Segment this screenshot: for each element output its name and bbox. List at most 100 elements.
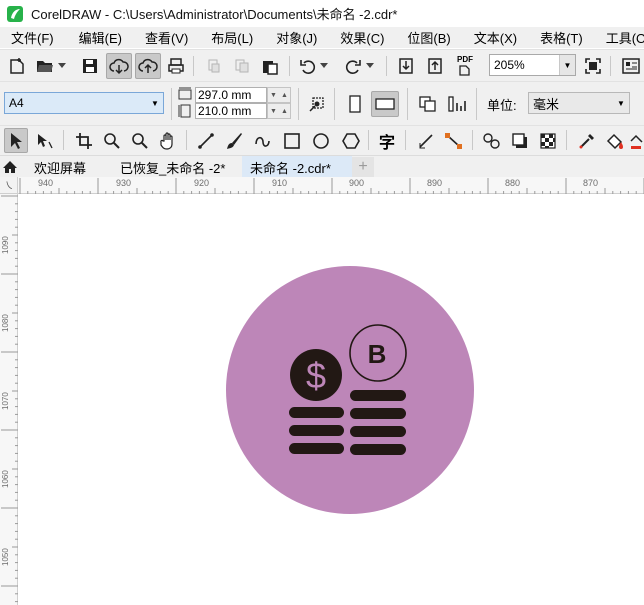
undo-dropdown-arrow-icon[interactable] xyxy=(318,54,330,78)
horizontal-ruler[interactable]: 940 930 920 910 900 890 880 870 xyxy=(18,177,644,194)
toolbar-separator xyxy=(186,130,187,150)
menu-layout[interactable]: 布局(L) xyxy=(211,28,253,47)
pick-tool-icon[interactable] xyxy=(4,128,28,153)
ruler-label: 1050 xyxy=(1,548,10,566)
spinner-up-arrow-icon[interactable]: ▲ xyxy=(281,108,288,115)
save-icon[interactable] xyxy=(78,54,102,78)
ruler-label: 1080 xyxy=(1,314,10,332)
redo-dropdown-arrow-icon[interactable] xyxy=(364,54,376,78)
paste-icon[interactable] xyxy=(258,54,282,78)
tab-welcome-screen[interactable]: 欢迎屏幕 xyxy=(26,156,112,178)
menu-effects[interactable]: 效果(C) xyxy=(340,28,384,47)
options-icon[interactable] xyxy=(619,54,643,78)
redo-icon[interactable] xyxy=(341,54,365,78)
text-tool-icon[interactable]: 字 xyxy=(375,129,399,153)
zoom-level-value[interactable]: 205% xyxy=(490,58,559,72)
menu-bitmaps[interactable]: 位图(B) xyxy=(407,28,450,47)
toolbar-separator xyxy=(289,56,290,76)
smart-fill-icon[interactable] xyxy=(628,129,644,153)
artistic-media-brush-icon[interactable] xyxy=(222,129,246,153)
tab-label: 已恢复_未命名 -2* xyxy=(120,160,226,176)
drop-shadow-tool-icon[interactable] xyxy=(508,129,532,153)
width-spinner[interactable]: ▼ ▲ xyxy=(267,87,291,103)
menu-edit[interactable]: 编辑(E) xyxy=(79,28,122,47)
transform-origin-icon[interactable] xyxy=(305,92,329,116)
crop-tool-icon[interactable] xyxy=(72,129,96,153)
page-width-field[interactable]: 297.0 mm xyxy=(195,87,267,103)
tab-label: 欢迎屏幕 xyxy=(34,160,87,176)
eyedropper-tool-icon[interactable] xyxy=(575,129,599,153)
menu-tools[interactable]: 工具(O) xyxy=(606,28,644,47)
page-height-field[interactable]: 210.0 mm xyxy=(195,103,267,119)
export-icon[interactable] xyxy=(423,54,447,78)
menu-view[interactable]: 查看(V) xyxy=(145,28,188,47)
open-folder-icon[interactable] xyxy=(33,54,57,78)
page-size-value[interactable]: A4 xyxy=(5,96,147,110)
ellipse-tool-icon[interactable] xyxy=(309,129,333,153)
pan-hand-icon[interactable] xyxy=(156,129,180,153)
page-width-icon xyxy=(178,87,192,100)
menu-table[interactable]: 表格(T) xyxy=(540,28,583,47)
units-value[interactable]: 毫米 xyxy=(529,94,613,113)
polygon-tool-icon[interactable] xyxy=(339,129,363,153)
new-document-icon[interactable] xyxy=(5,54,29,78)
import-icon[interactable] xyxy=(394,54,418,78)
copy-icon[interactable] xyxy=(230,54,254,78)
chevron-down-icon[interactable]: ▼ xyxy=(147,99,163,108)
height-spinner[interactable]: ▼ ▲ xyxy=(267,103,291,119)
chevron-down-icon[interactable]: ▼ xyxy=(613,99,629,108)
menu-text[interactable]: 文本(X) xyxy=(474,28,517,47)
tab-label: 未命名 -2.cdr* xyxy=(250,160,331,176)
menu-file[interactable]: 文件(F) xyxy=(11,28,54,47)
cloud-upload-icon[interactable] xyxy=(135,53,161,79)
dollar-coin-icon[interactable]: $ xyxy=(290,349,342,401)
portrait-orientation-icon[interactable] xyxy=(343,92,367,116)
left-coin-stack[interactable] xyxy=(289,407,344,454)
purple-circle-shape[interactable] xyxy=(226,266,474,514)
coin-bar xyxy=(350,390,406,401)
spinner-down-arrow-icon[interactable]: ▼ xyxy=(270,108,277,115)
units-label: 单位: xyxy=(487,98,517,113)
interactive-fill-icon[interactable] xyxy=(603,129,627,153)
add-document-tab-button[interactable]: + xyxy=(352,157,374,177)
undo-icon[interactable] xyxy=(296,54,320,78)
coin-bar xyxy=(350,444,406,455)
zoom-tool-icon[interactable] xyxy=(100,129,124,153)
freehand-tool-icon[interactable] xyxy=(194,129,218,153)
landscape-orientation-icon[interactable] xyxy=(371,91,399,117)
pen-curve-tool-icon[interactable] xyxy=(250,129,274,153)
spinner-up-arrow-icon[interactable]: ▲ xyxy=(281,92,288,99)
rectangle-tool-icon[interactable] xyxy=(280,129,304,153)
publish-pdf-icon[interactable]: PDF xyxy=(452,53,478,79)
parallel-dimension-icon[interactable] xyxy=(414,129,438,153)
transparency-tool-icon[interactable] xyxy=(536,129,560,153)
page-size-combo[interactable]: A4 ▼ xyxy=(4,92,164,114)
drawing-canvas[interactable]: $ B xyxy=(19,195,644,605)
blend-tool-icon[interactable] xyxy=(480,129,504,153)
full-screen-preview-icon[interactable] xyxy=(581,54,605,78)
units-combo[interactable]: 毫米 ▼ xyxy=(528,92,630,114)
toolbar-separator xyxy=(566,130,567,150)
chevron-down-icon[interactable]: ▼ xyxy=(559,55,575,75)
toolbar-separator xyxy=(298,88,299,120)
spinner-down-arrow-icon[interactable]: ▼ xyxy=(270,92,277,99)
tab-current-document[interactable]: 未命名 -2.cdr* xyxy=(242,156,352,178)
standard-toolbar: PDF 205% ▼ xyxy=(0,49,644,81)
home-icon[interactable] xyxy=(0,156,22,178)
cut-icon[interactable] xyxy=(202,54,226,78)
coreldraw-logo-icon xyxy=(7,5,23,22)
cloud-download-icon[interactable] xyxy=(106,53,132,79)
ruler-origin-corner[interactable]: ㇏ xyxy=(0,177,18,194)
tab-recovered-document[interactable]: 已恢复_未命名 -2* xyxy=(112,156,242,178)
connector-tool-icon[interactable] xyxy=(442,129,466,153)
search-icon[interactable] xyxy=(128,129,152,153)
menu-object[interactable]: 对象(J) xyxy=(276,28,317,47)
shape-tool-icon[interactable] xyxy=(33,129,57,153)
open-dropdown-arrow-icon[interactable] xyxy=(56,54,68,78)
all-pages-icon[interactable] xyxy=(416,92,440,116)
current-page-icon[interactable] xyxy=(445,92,469,116)
zoom-level-combo[interactable]: 205% ▼ xyxy=(489,54,576,76)
print-icon[interactable] xyxy=(164,54,188,78)
vertical-ruler[interactable]: 1090 1080 1070 1060 1050 xyxy=(0,194,18,605)
toolbar-separator xyxy=(405,130,406,150)
